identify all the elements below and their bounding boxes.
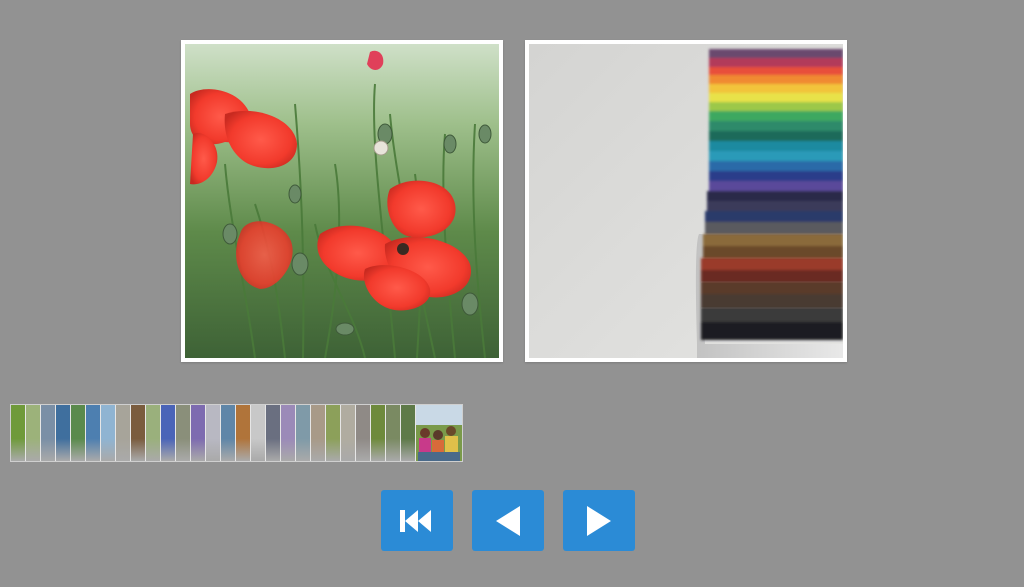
thumbnail-16[interactable]: [236, 405, 251, 461]
next-triangle-icon: [587, 505, 611, 536]
thumbnail-27[interactable]: [401, 405, 416, 461]
gallery-stage: skip-to-first-icon previous-triangle-ico…: [0, 0, 1024, 587]
thumbnail-26[interactable]: [386, 405, 401, 461]
thumbnail-22[interactable]: [326, 405, 341, 461]
thumbnail-20[interactable]: [296, 405, 311, 461]
thumbnail-23[interactable]: [341, 405, 356, 461]
thumbnail-10[interactable]: [146, 405, 161, 461]
thumbnail-current[interactable]: [416, 405, 462, 461]
next-slide-button[interactable]: next-triangle-icon: [563, 490, 635, 551]
thumbnail-1[interactable]: [11, 405, 26, 461]
thumbnail-strip: [10, 404, 463, 462]
first-slide-button[interactable]: skip-to-first-icon: [381, 490, 453, 551]
thumbnail-25[interactable]: [371, 405, 386, 461]
poppies-photo: [185, 44, 499, 358]
thumbnail-7[interactable]: [101, 405, 116, 461]
thumbnail-18[interactable]: [266, 405, 281, 461]
thumbnail-5[interactable]: [71, 405, 86, 461]
thumbnail-14[interactable]: [206, 405, 221, 461]
thumbnail-4[interactable]: [56, 405, 71, 461]
thumbnail-13[interactable]: [191, 405, 206, 461]
thumbnail-2[interactable]: [26, 405, 41, 461]
thumbnail-17[interactable]: [251, 405, 266, 461]
previous-slide-button[interactable]: previous-triangle-icon: [472, 490, 544, 551]
thumbnail-11[interactable]: [161, 405, 176, 461]
slide-image-pencils[interactable]: [525, 40, 847, 362]
thumbnail-8[interactable]: [116, 405, 131, 461]
thumbnail-19[interactable]: [281, 405, 296, 461]
thumbnail-6[interactable]: [86, 405, 101, 461]
thumbnail-15[interactable]: [221, 405, 236, 461]
slideshow-controls: skip-to-first-icon previous-triangle-ico…: [381, 490, 635, 551]
thumbnail-9[interactable]: [131, 405, 146, 461]
thumbnail-24[interactable]: [356, 405, 371, 461]
children-thumbnail-image: [416, 405, 462, 461]
pencils-photo: [529, 44, 843, 358]
thumbnail-3[interactable]: [41, 405, 56, 461]
previous-triangle-icon: [496, 505, 520, 536]
skip-to-first-icon: [400, 509, 431, 532]
slide-image-poppies[interactable]: [181, 40, 503, 362]
thumbnail-12[interactable]: [176, 405, 191, 461]
thumbnail-21[interactable]: [311, 405, 326, 461]
